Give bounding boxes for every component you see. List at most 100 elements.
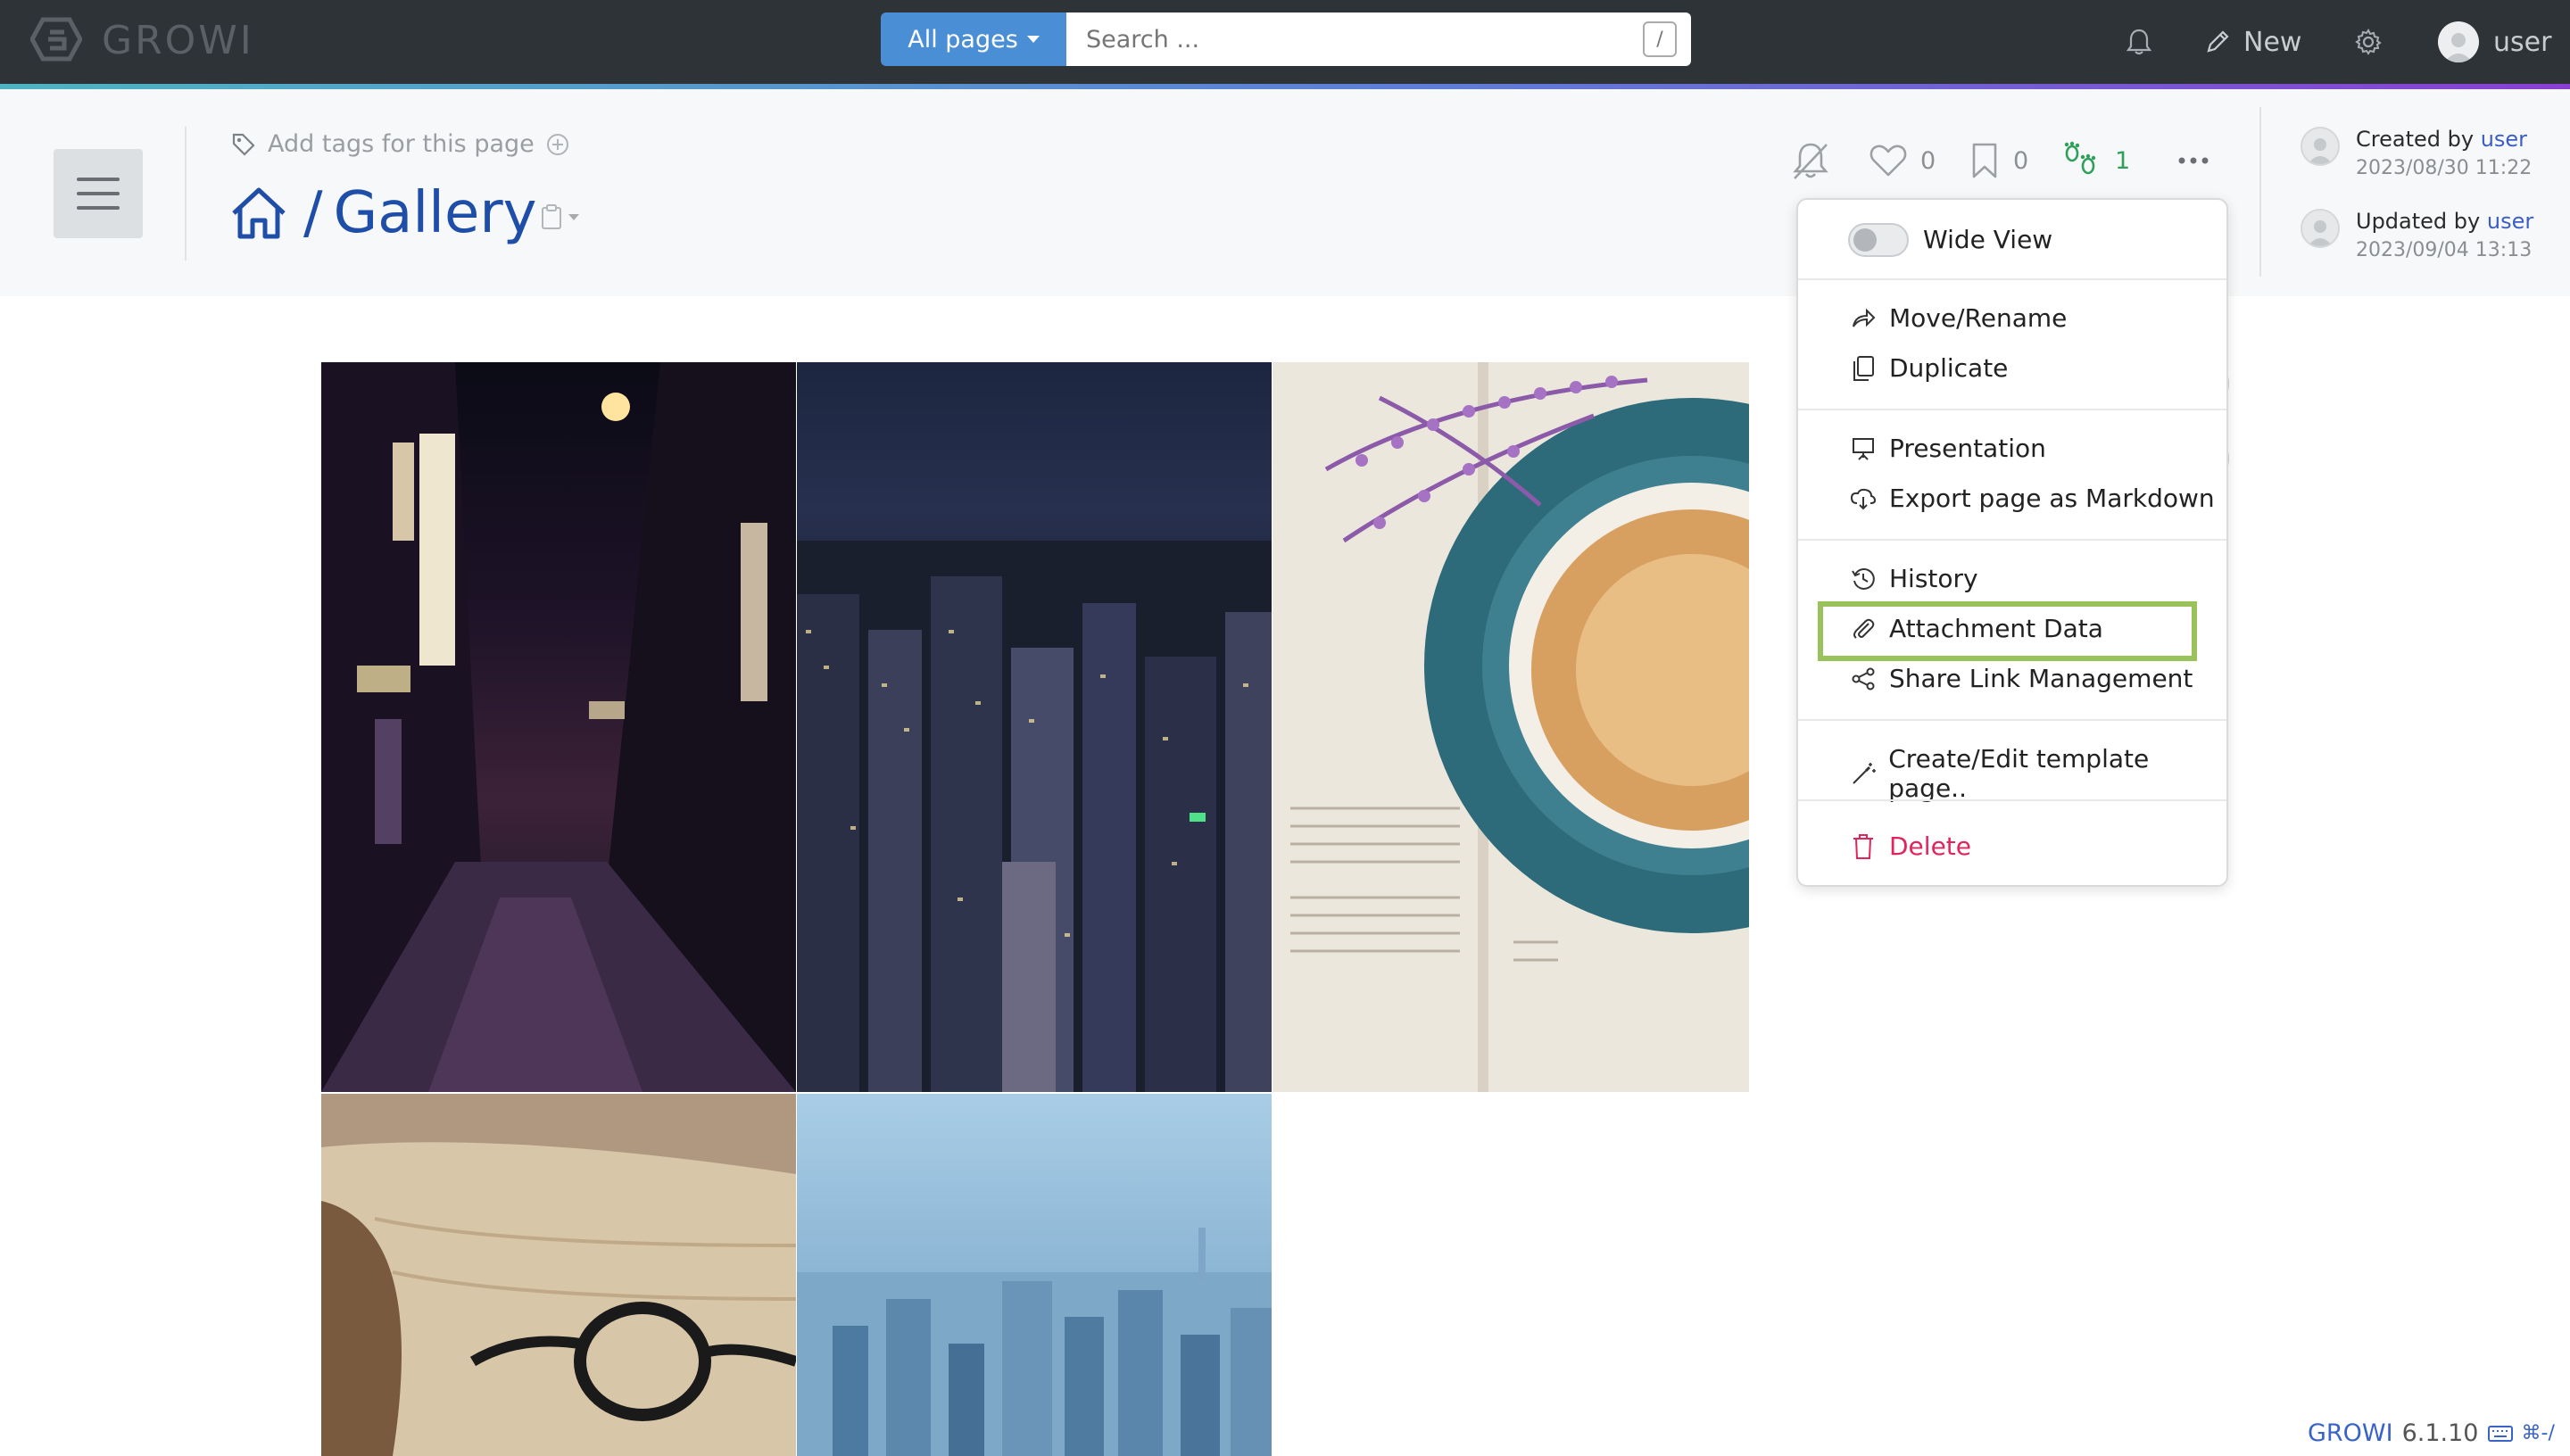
wide-view-toggle[interactable]	[1848, 223, 1909, 257]
gallery-image-city-night[interactable]	[797, 362, 1272, 1092]
export-markdown-label: Export page as Markdown	[1889, 484, 2215, 513]
user-menu-button[interactable]: user	[2438, 0, 2551, 84]
admin-settings-button[interactable]	[2354, 0, 2383, 84]
creator-avatar	[2301, 127, 2340, 166]
copy-path-dropdown[interactable]	[540, 203, 579, 230]
growi-logo[interactable]: GROWI	[30, 14, 254, 66]
cloud-download-icon	[1850, 488, 1877, 509]
history-label: History	[1889, 564, 1978, 593]
menu-item-presentation[interactable]: Presentation	[1850, 434, 2046, 463]
coffee-book-illustration	[1273, 362, 1749, 1092]
menu-item-history[interactable]: History	[1850, 564, 1978, 593]
top-navbar: GROWI All pages / New	[0, 0, 2570, 84]
page-actions-menu: Wide View Move/Rename Duplicate Presenta…	[1796, 198, 2228, 887]
user-silhouette-icon	[2308, 138, 2333, 164]
search-input[interactable]	[1066, 12, 1691, 66]
move-rename-label: Move/Rename	[1889, 303, 2068, 333]
keyboard-icon[interactable]	[2487, 1425, 2513, 1443]
menu-item-export-markdown[interactable]: Export page as Markdown	[1850, 484, 2215, 513]
search-scope-label: All pages	[908, 25, 1018, 54]
shortcut-hint[interactable]: ⌘-/	[2522, 1422, 2555, 1444]
menu-divider	[1798, 719, 2226, 721]
history-icon	[1852, 567, 1875, 590]
notifications-button[interactable]	[2126, 0, 2152, 84]
city-day-illustration	[797, 1228, 1272, 1456]
user-silhouette-icon	[2444, 33, 2473, 62]
footprints-icon	[2064, 141, 2096, 175]
menu-item-delete[interactable]: Delete	[1850, 831, 1971, 861]
new-page-button[interactable]: New	[2204, 0, 2301, 84]
menu-item-wide-view[interactable]: Wide View	[1923, 225, 2052, 254]
bookmark-button[interactable]: 0	[1970, 134, 2028, 187]
updated-at: 2023/09/04 13:13	[2356, 239, 2533, 261]
footer-brand: GROWI	[2308, 1419, 2393, 1447]
updated-by-user-link[interactable]: user	[2487, 209, 2533, 234]
user-silhouette-icon	[2308, 220, 2333, 246]
breadcrumb-separator: /	[303, 180, 323, 246]
hamburger-line	[77, 178, 120, 181]
page-menu-button[interactable]	[2177, 134, 2209, 187]
pencil-icon	[2207, 30, 2229, 53]
page-title: / Gallery	[228, 180, 537, 246]
seen-count: 1	[2115, 146, 2131, 175]
gear-icon	[2355, 29, 2382, 55]
toggle-knob	[1853, 228, 1877, 252]
updater-avatar	[2301, 209, 2340, 248]
delete-label: Delete	[1889, 831, 1971, 861]
page-title-text[interactable]: Gallery	[334, 180, 537, 246]
heart-icon	[1869, 145, 1907, 177]
likes-count: 0	[1920, 146, 1936, 175]
home-icon[interactable]	[228, 185, 289, 242]
search-scope-dropdown[interactable]: All pages	[881, 12, 1066, 66]
like-button[interactable]: 0	[1869, 134, 1936, 187]
trash-icon	[1853, 833, 1873, 859]
tags-area[interactable]: Add tags for this page	[230, 130, 570, 158]
magic-wand-icon	[1852, 763, 1876, 784]
share-forward-icon	[1853, 308, 1876, 327]
duplicate-label: Duplicate	[1889, 353, 2009, 383]
share-nodes-icon	[1852, 667, 1875, 690]
gallery-image-book-glasses[interactable]	[321, 1094, 796, 1456]
bookmark-icon	[1972, 143, 1997, 178]
created-by-label: Created by	[2356, 127, 2475, 152]
copy-file-icon	[1853, 355, 1874, 381]
version-info: GROWI 6.1.10 ⌘-/	[2308, 1419, 2555, 1447]
user-avatar	[2438, 21, 2479, 62]
search-bar: All pages /	[881, 12, 1691, 66]
created-at: 2023/08/30 11:22	[2356, 157, 2533, 179]
menu-item-duplicate[interactable]: Duplicate	[1850, 353, 2008, 383]
user-name: user	[2493, 26, 2552, 58]
clipboard-icon	[542, 204, 561, 229]
menu-item-share-link[interactable]: Share Link Management	[1850, 664, 2193, 693]
wide-view-label: Wide View	[1923, 225, 2053, 254]
chevron-down-icon	[568, 213, 579, 220]
author-divider	[2259, 107, 2261, 277]
template-label: Create/Edit template page..	[1888, 744, 2150, 803]
growi-logo-icon	[30, 17, 82, 62]
bell-icon	[2126, 29, 2152, 55]
created-by-info: Created by user 2023/08/30 11:22	[2301, 127, 2532, 179]
menu-item-template[interactable]: Create/Edit template page..	[1850, 744, 2226, 803]
gallery-image-coffee-book[interactable]	[1273, 362, 1749, 1092]
updated-by-label: Updated by	[2356, 209, 2481, 234]
more-horizontal-icon	[2178, 157, 2209, 164]
book-glasses-illustration	[321, 1094, 796, 1456]
updated-by-info: Updated by user 2023/09/04 13:13	[2301, 209, 2533, 261]
new-label: New	[2243, 26, 2302, 58]
attachment-data-highlight	[1818, 601, 2197, 661]
presentation-icon	[1853, 437, 1874, 460]
menu-divider	[1798, 799, 2226, 801]
header-divider	[185, 127, 187, 261]
plus-circle-icon[interactable]	[545, 132, 570, 157]
night-alley-illustration	[321, 362, 796, 1092]
menu-item-move-rename[interactable]: Move/Rename	[1850, 303, 2067, 333]
gallery-image-night-alley[interactable]	[321, 362, 796, 1092]
seen-users-button[interactable]: 1	[2061, 134, 2130, 187]
sidebar-toggle-button[interactable]	[54, 149, 143, 238]
created-by-user-link[interactable]: user	[2481, 127, 2527, 152]
gallery-image-city-day[interactable]	[797, 1094, 1272, 1456]
tag-icon	[232, 133, 255, 156]
presentation-label: Presentation	[1889, 434, 2046, 463]
subscribe-button[interactable]	[1789, 134, 1832, 187]
bookmarks-count: 0	[2013, 146, 2029, 175]
